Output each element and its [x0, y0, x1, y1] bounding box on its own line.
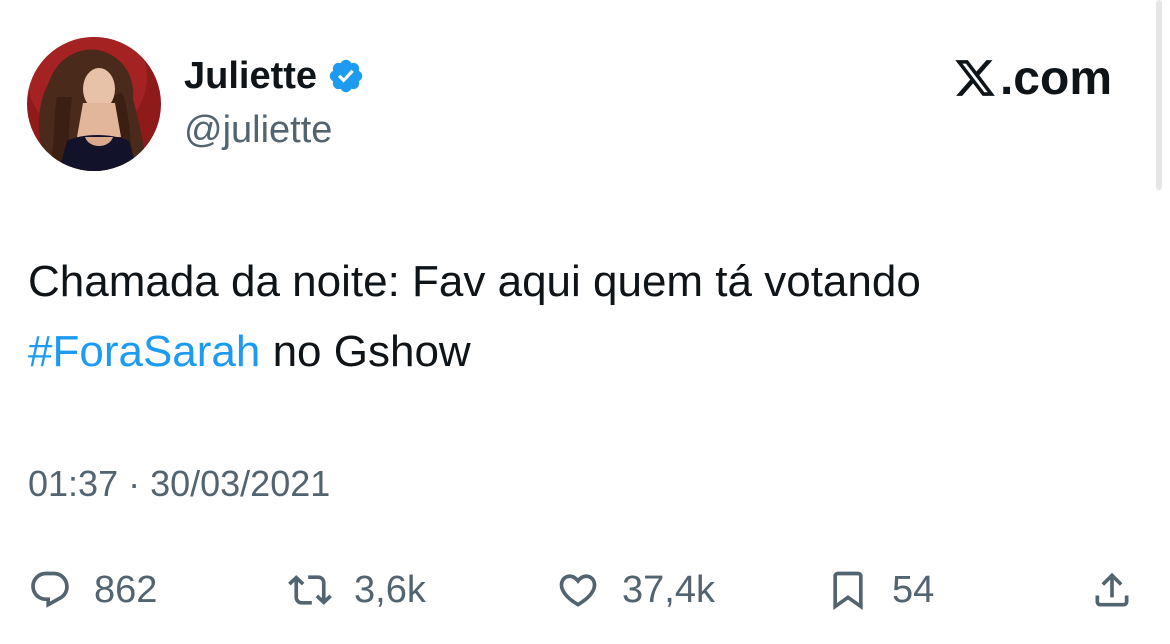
bookmark-button[interactable]: 54	[826, 555, 934, 625]
action-bar: 862 3,6k 37,4k 54	[0, 555, 1170, 625]
tweet-text-tail: no Gshow	[260, 327, 471, 376]
reply-icon	[31, 571, 69, 608]
author-display-name[interactable]: Juliette	[184, 55, 317, 98]
bookmark-count: 54	[892, 568, 935, 611]
retweet-icon	[288, 575, 332, 605]
tweet-timestamp[interactable]: 01:37 · 30/03/2021	[28, 463, 330, 505]
avatar[interactable]	[27, 37, 161, 171]
like-button[interactable]: 37,4k	[556, 555, 715, 625]
hashtag-link[interactable]: #ForaSarah	[28, 327, 260, 376]
scrollbar[interactable]	[1156, 0, 1162, 190]
logo-suffix: .com	[999, 51, 1112, 105]
like-count: 37,4k	[622, 568, 715, 611]
share-icon	[1095, 572, 1129, 607]
heart-icon	[559, 574, 597, 607]
reply-count: 862	[94, 568, 158, 611]
author-handle[interactable]: @juliette	[184, 109, 332, 152]
tweet-text: Chamada da noite: Fav aqui quem tá votan…	[28, 247, 1138, 387]
retweet-count: 3,6k	[354, 568, 426, 611]
reply-button[interactable]: 862	[28, 555, 157, 625]
author-name-row[interactable]: Juliette	[184, 52, 365, 100]
tweet-text-line: #ForaSarah no Gshow	[28, 317, 1138, 387]
share-button[interactable]	[1090, 555, 1134, 625]
x-logo-icon	[955, 60, 995, 96]
bookmark-icon	[833, 571, 863, 611]
avatar-photo	[27, 37, 161, 171]
x-com-logo[interactable]: .com	[952, 48, 1112, 108]
retweet-button[interactable]: 3,6k	[288, 555, 426, 625]
tweet-text-line: Chamada da noite: Fav aqui quem tá votan…	[28, 257, 921, 306]
verified-badge-icon	[329, 59, 363, 93]
